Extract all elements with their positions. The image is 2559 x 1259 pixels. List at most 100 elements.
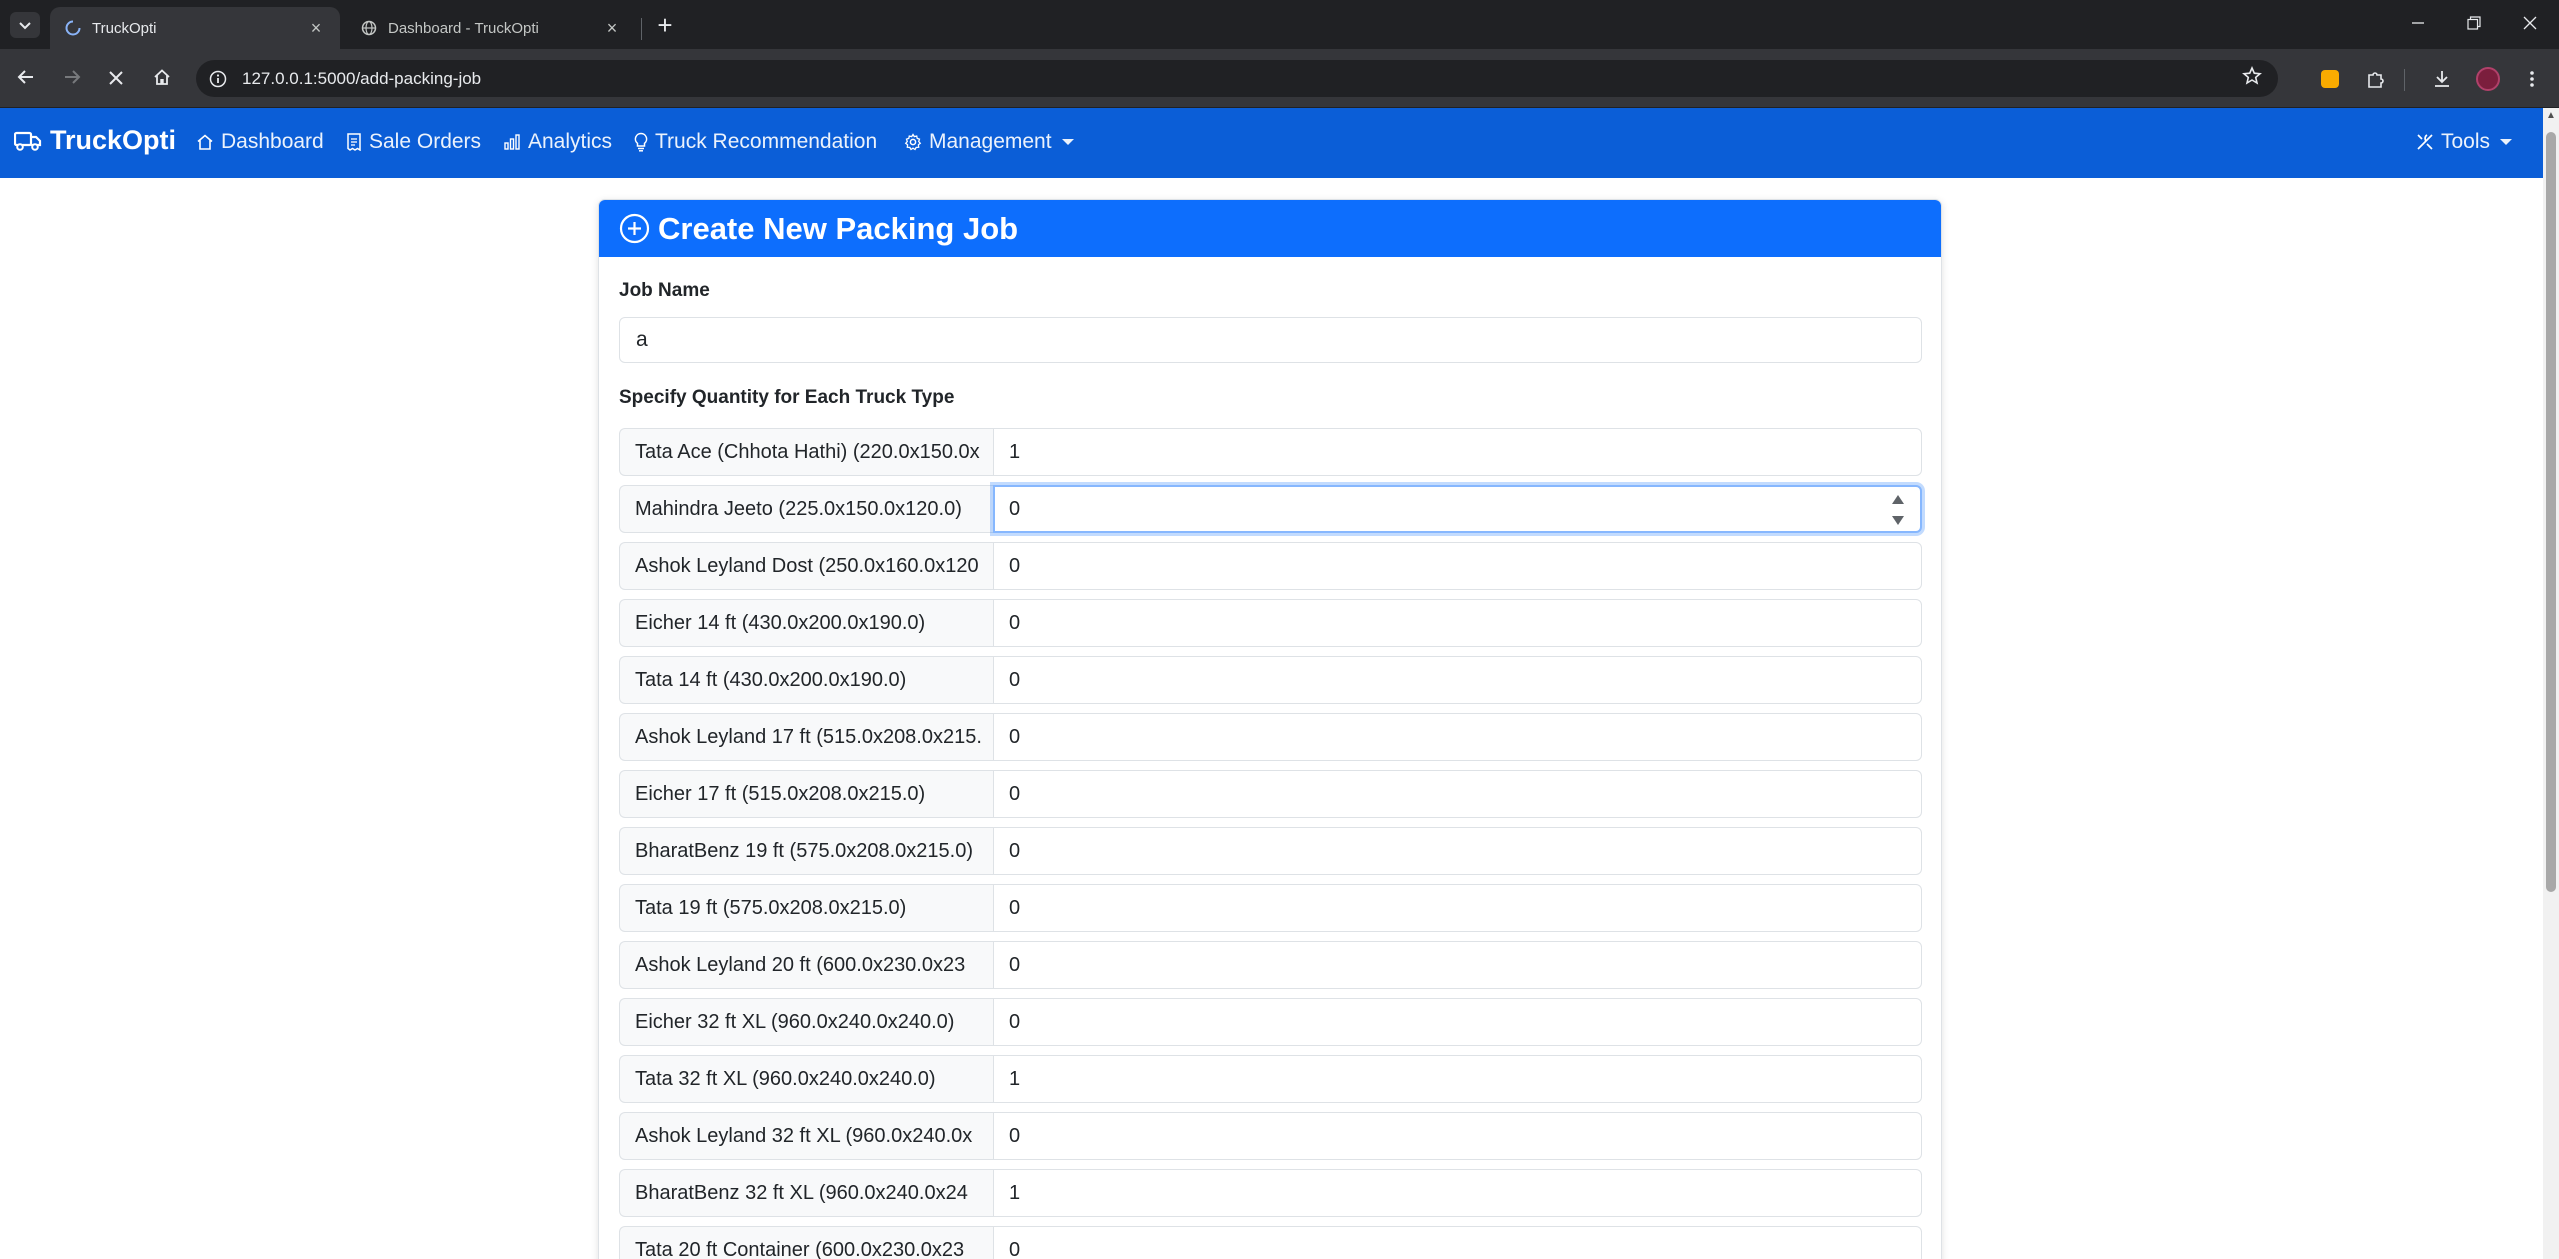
browser-toolbar: 127.0.0.1:5000/add-packing-job	[0, 49, 2559, 108]
nav-management-dropdown[interactable]: Management	[904, 130, 1074, 154]
chevron-down-icon	[19, 22, 31, 30]
nav-analytics-label: Analytics	[528, 130, 613, 153]
truck-quantity-input[interactable]: 0	[993, 1112, 1922, 1160]
spin-down-icon[interactable]	[1892, 516, 1904, 525]
truck-quantity-row: Ashok Leyland Dost (250.0x160.0x120 0	[619, 542, 1922, 590]
truck-quantity-input[interactable]: 0	[993, 998, 1922, 1046]
truck-quantity-value: 0	[1009, 953, 1021, 976]
receipt-icon	[347, 133, 361, 151]
truck-quantity-input[interactable]: 0	[993, 1226, 1922, 1259]
truck-quantity-input[interactable]: 0	[993, 713, 1922, 761]
extensions-puzzle-icon[interactable]	[2362, 65, 2390, 93]
truck-quantity-row: BharatBenz 32 ft XL (960.0x240.0x24 1	[619, 1169, 1922, 1217]
nav-tools-label: Tools	[2441, 130, 2491, 153]
lightbulb-icon	[634, 132, 648, 152]
truck-quantity-value: 1	[1009, 1181, 1021, 1204]
truck-type-label: Ashok Leyland 32 ft XL (960.0x240.0x	[619, 1112, 993, 1160]
truck-quantity-value: 0	[1009, 1124, 1021, 1147]
close-tab-icon[interactable]: ×	[602, 18, 622, 39]
brand-link[interactable]: TruckOpti	[14, 125, 176, 156]
restore-window-button[interactable]	[2454, 6, 2494, 42]
truck-quantity-row: Tata 20 ft Container (600.0x230.0x23 0	[619, 1226, 1922, 1259]
truck-quantity-value: 0	[1009, 497, 1021, 520]
arrow-right-icon	[65, 70, 81, 84]
tab-title: Dashboard - TruckOpti	[388, 19, 539, 37]
truck-type-label: BharatBenz 32 ft XL (960.0x240.0x24	[619, 1169, 993, 1217]
nav-tools-dropdown[interactable]: Tools	[2416, 130, 2513, 154]
number-spinner[interactable]	[1892, 495, 1904, 525]
close-icon	[2523, 16, 2537, 30]
truck-quantity-row: Eicher 14 ft (430.0x200.0x190.0) 0	[619, 599, 1922, 647]
address-bar[interactable]: 127.0.0.1:5000/add-packing-job	[196, 60, 2278, 97]
truck-quantity-input[interactable]: 0	[993, 827, 1922, 875]
stop-loading-button[interactable]	[100, 63, 132, 95]
home-icon	[154, 69, 170, 85]
app-navbar: TruckOpti Dashboard Sale Orders Analytic…	[0, 108, 2543, 178]
more-options-icon[interactable]	[2518, 65, 2546, 93]
truck-type-label: Mahindra Jeeto (225.0x150.0x120.0)	[619, 485, 993, 533]
truck-quantity-input[interactable]: 0	[993, 770, 1922, 818]
profile-avatar[interactable]	[2474, 65, 2502, 93]
truck-quantity-input[interactable]: 1	[993, 1055, 1922, 1103]
truck-type-label: Tata Ace (Chhota Hathi) (220.0x150.0x	[619, 428, 993, 476]
page-scrollbar[interactable]: ▲	[2543, 108, 2559, 1259]
browser-tab-inactive[interactable]: Dashboard - TruckOpti ×	[346, 7, 636, 49]
truck-quantity-input[interactable]: 0	[993, 599, 1922, 647]
nav-dashboard[interactable]: Dashboard	[196, 130, 324, 154]
truck-quantity-value: 0	[1009, 668, 1021, 691]
close-icon	[109, 71, 123, 85]
truck-quantity-input[interactable]: 1	[993, 1169, 1922, 1217]
truck-quantity-row: Mahindra Jeeto (225.0x150.0x120.0) 0	[619, 485, 1922, 533]
tab-title: TruckOpti	[92, 19, 157, 37]
scrollbar-thumb[interactable]	[2546, 132, 2556, 892]
truck-quantity-input[interactable]: 0	[993, 656, 1922, 704]
truck-quantity-input[interactable]: 0	[993, 941, 1922, 989]
brand-name: TruckOpti	[50, 125, 177, 155]
truck-quantity-input[interactable]: 0	[993, 542, 1922, 590]
truck-quantity-row: Eicher 32 ft XL (960.0x240.0x240.0) 0	[619, 998, 1922, 1046]
truck-quantity-input[interactable]: 0	[993, 485, 1922, 533]
truck-type-label: Tata 32 ft XL (960.0x240.0x240.0)	[619, 1055, 993, 1103]
site-info-icon[interactable]	[206, 67, 230, 91]
back-button[interactable]	[10, 63, 42, 95]
browser-tab-active[interactable]: TruckOpti ×	[50, 7, 340, 49]
bar-chart-icon	[504, 134, 520, 150]
gear-icon	[904, 133, 922, 151]
truck-quantity-value: 1	[1009, 1067, 1021, 1090]
truck-quantity-input[interactable]: 0	[993, 884, 1922, 932]
truck-type-label: BharatBenz 19 ft (575.0x208.0x215.0)	[619, 827, 993, 875]
truck-type-label: Ashok Leyland 20 ft (600.0x230.0x23	[619, 941, 993, 989]
truck-quantity-value: 0	[1009, 1238, 1021, 1259]
bookmark-star-icon[interactable]	[2242, 66, 2262, 92]
truck-type-label: Eicher 17 ft (515.0x208.0x215.0)	[619, 770, 993, 818]
truck-quantity-row: BharatBenz 19 ft (575.0x208.0x215.0) 0	[619, 827, 1922, 875]
truck-quantity-row: Ashok Leyland 20 ft (600.0x230.0x23 0	[619, 941, 1922, 989]
new-tab-button[interactable]: +	[650, 11, 680, 41]
truck-quantity-row: Tata 19 ft (575.0x208.0x215.0) 0	[619, 884, 1922, 932]
downloads-icon[interactable]	[2428, 65, 2456, 93]
create-packing-job-card: Create New Packing Job Job Name a Specif…	[598, 199, 1942, 1259]
home-button[interactable]	[146, 63, 178, 95]
extension-yellow-icon[interactable]	[2316, 65, 2344, 93]
truck-quantity-row: Tata Ace (Chhota Hathi) (220.0x150.0x 1	[619, 428, 1922, 476]
nav-dashboard-label: Dashboard	[221, 130, 324, 153]
job-name-input[interactable]: a	[619, 317, 1922, 363]
nav-sale-orders[interactable]: Sale Orders	[346, 130, 481, 154]
arrow-left-icon	[17, 70, 33, 84]
chevron-down-icon	[2500, 139, 2513, 145]
scroll-up-arrow[interactable]: ▲	[2546, 111, 2556, 121]
tab-search-button[interactable]	[10, 12, 40, 38]
nav-analytics[interactable]: Analytics	[503, 130, 612, 154]
close-tab-icon[interactable]: ×	[306, 18, 326, 39]
minimize-window-button[interactable]	[2398, 6, 2438, 42]
quantity-section-label: Specify Quantity for Each Truck Type	[619, 387, 955, 408]
close-window-button[interactable]	[2510, 6, 2550, 42]
truck-quantity-input[interactable]: 1	[993, 428, 1922, 476]
forward-button[interactable]	[56, 63, 88, 95]
nav-truck-recommendation[interactable]: Truck Recommendation	[634, 130, 877, 154]
nav-management-label: Management	[929, 130, 1052, 153]
truck-quantity-value: 0	[1009, 554, 1021, 577]
loading-spinner-icon	[64, 19, 82, 37]
truck-type-label: Eicher 32 ft XL (960.0x240.0x240.0)	[619, 998, 993, 1046]
spin-up-icon[interactable]	[1892, 495, 1904, 504]
